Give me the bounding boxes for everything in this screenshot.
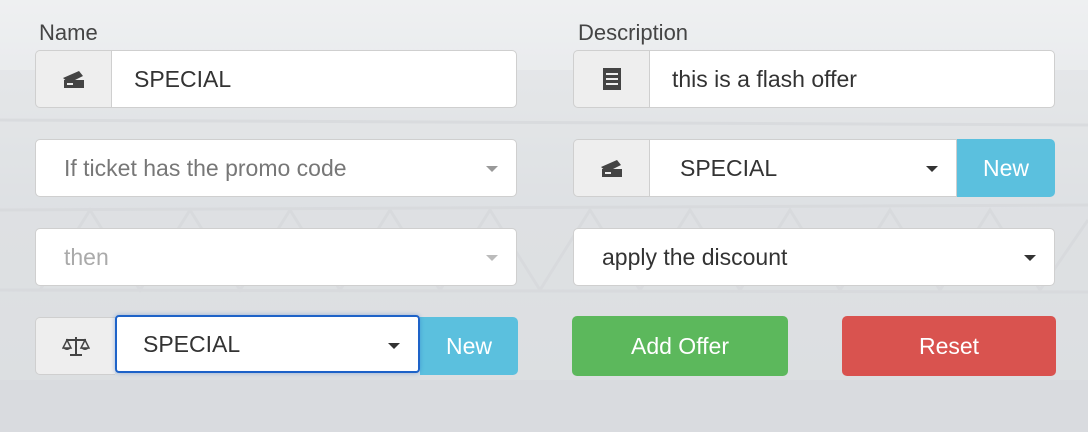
reset-button[interactable]: Reset — [842, 316, 1056, 376]
then-select-value: then — [64, 243, 109, 270]
new-promo-button[interactable]: New — [957, 139, 1055, 197]
promo-code-select[interactable]: SPECIAL — [649, 139, 957, 197]
description-input[interactable]: this is a flash offer — [649, 50, 1055, 108]
condition-select[interactable]: If ticket has the promo code — [35, 139, 517, 197]
ticket-icon — [35, 50, 111, 108]
chevron-down-icon — [486, 255, 498, 261]
description-label: Description — [578, 20, 689, 45]
ticket-icon — [573, 139, 649, 197]
promo-code-select-value: SPECIAL — [680, 154, 778, 181]
name-input[interactable]: SPECIAL — [111, 50, 517, 108]
chevron-down-icon — [1024, 255, 1036, 261]
scale-icon — [35, 317, 115, 375]
action-select-group: apply the discount — [573, 228, 1055, 286]
add-offer-button[interactable]: Add Offer — [572, 316, 788, 376]
condition-select-group: If ticket has the promo code — [35, 139, 517, 197]
name-label: Name — [39, 20, 98, 45]
then-select[interactable]: then — [35, 228, 517, 286]
description-input-group: this is a flash offer — [573, 50, 1055, 108]
new-discount-button[interactable]: New — [420, 317, 518, 375]
action-select[interactable]: apply the discount — [573, 228, 1055, 286]
chevron-down-icon — [388, 343, 400, 349]
discount-select[interactable]: SPECIAL — [115, 315, 420, 373]
chevron-down-icon — [486, 166, 498, 172]
name-input-group: SPECIAL — [35, 50, 517, 108]
discount-select-value: SPECIAL — [143, 330, 241, 357]
chevron-down-icon — [926, 166, 938, 172]
discount-group: SPECIAL New — [35, 315, 518, 375]
promo-code-group: SPECIAL New — [573, 139, 1055, 197]
condition-select-value: If ticket has the promo code — [64, 154, 347, 181]
document-icon — [573, 50, 649, 108]
action-select-value: apply the discount — [602, 243, 788, 270]
then-select-group: then — [35, 228, 517, 286]
